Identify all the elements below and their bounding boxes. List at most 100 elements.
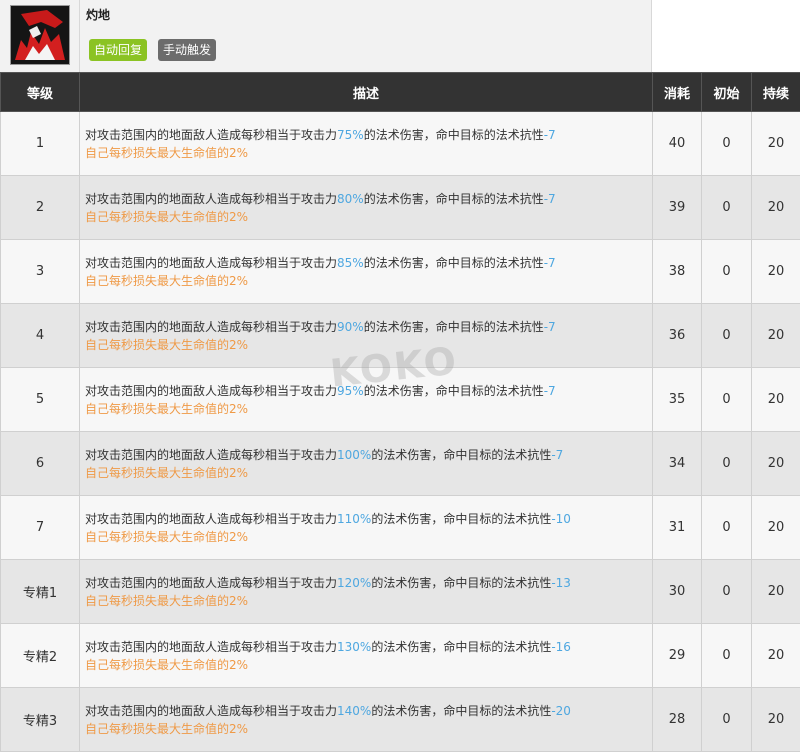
res-value: -7: [544, 192, 556, 206]
self-damage-text: 自己每秒损失最大生命值的2%: [85, 274, 248, 288]
cell-initial: 0: [702, 432, 752, 496]
table-row: 专精2对攻击范围内的地面敌人造成每秒相当于攻击力130%的法术伤害，命中目标的法…: [1, 624, 800, 688]
cell-description: 对攻击范围内的地面敌人造成每秒相当于攻击力95%的法术伤害，命中目标的法术抗性-…: [80, 368, 653, 432]
atk-percent: 110%: [337, 512, 371, 526]
table-row: 专精1对攻击范围内的地面敌人造成每秒相当于攻击力120%的法术伤害，命中目标的法…: [1, 560, 800, 624]
cell-level: 专精2: [1, 624, 80, 688]
cell-duration: 20: [752, 688, 800, 752]
tag-auto-recovery: 自动回复: [89, 39, 147, 61]
skill-title-cell: 灼地 自动回复 手动触发: [80, 0, 652, 72]
fire-skill-icon: [10, 5, 70, 65]
cell-level: 专精3: [1, 688, 80, 752]
desc-text-a: 对攻击范围内的地面敌人造成每秒相当于攻击力: [85, 384, 337, 398]
cell-level: 6: [1, 432, 80, 496]
cell-level: 3: [1, 240, 80, 304]
cell-description: 对攻击范围内的地面敌人造成每秒相当于攻击力75%的法术伤害，命中目标的法术抗性-…: [80, 112, 653, 176]
desc-text-a: 对攻击范围内的地面敌人造成每秒相当于攻击力: [85, 704, 337, 718]
self-damage-text: 自己每秒损失最大生命值的2%: [85, 466, 248, 480]
cell-duration: 20: [752, 496, 800, 560]
cell-duration: 20: [752, 176, 800, 240]
cell-description: 对攻击范围内的地面敌人造成每秒相当于攻击力85%的法术伤害，命中目标的法术抗性-…: [80, 240, 653, 304]
cell-duration: 20: [752, 112, 800, 176]
desc-text-a: 对攻击范围内的地面敌人造成每秒相当于攻击力: [85, 512, 337, 526]
atk-percent: 90%: [337, 320, 364, 334]
cell-level: 1: [1, 112, 80, 176]
header-description: 描述: [80, 73, 653, 112]
skill-icon-cell: [0, 0, 80, 72]
cell-duration: 20: [752, 240, 800, 304]
table-row: 5对攻击范围内的地面敌人造成每秒相当于攻击力95%的法术伤害，命中目标的法术抗性…: [1, 368, 800, 432]
cell-cost: 40: [653, 112, 702, 176]
self-damage-text: 自己每秒损失最大生命值的2%: [85, 210, 248, 224]
self-damage-text: 自己每秒损失最大生命值的2%: [85, 402, 248, 416]
skill-header: 灼地 自动回复 手动触发: [0, 0, 800, 72]
cell-cost: 36: [653, 304, 702, 368]
desc-text-b: 的法术伤害，命中目标的法术抗性: [364, 384, 544, 398]
cell-description: 对攻击范围内的地面敌人造成每秒相当于攻击力110%的法术伤害，命中目标的法术抗性…: [80, 496, 653, 560]
cell-level: 7: [1, 496, 80, 560]
atk-percent: 85%: [337, 256, 364, 270]
res-value: -7: [544, 256, 556, 270]
cell-initial: 0: [702, 240, 752, 304]
atk-percent: 95%: [337, 384, 364, 398]
self-damage-text: 自己每秒损失最大生命值的2%: [85, 658, 248, 672]
desc-text-b: 的法术伤害，命中目标的法术抗性: [371, 576, 551, 590]
desc-text-a: 对攻击范围内的地面敌人造成每秒相当于攻击力: [85, 128, 337, 142]
cell-cost: 38: [653, 240, 702, 304]
header-initial: 初始: [702, 73, 752, 112]
res-value: -7: [551, 448, 563, 462]
cell-duration: 20: [752, 368, 800, 432]
cell-duration: 20: [752, 432, 800, 496]
atk-percent: 75%: [337, 128, 364, 142]
desc-text-a: 对攻击范围内的地面敌人造成每秒相当于攻击力: [85, 320, 337, 334]
desc-text-b: 的法术伤害，命中目标的法术抗性: [364, 256, 544, 270]
res-value: -7: [544, 320, 556, 334]
cell-description: 对攻击范围内的地面敌人造成每秒相当于攻击力90%的法术伤害，命中目标的法术抗性-…: [80, 304, 653, 368]
atk-percent: 140%: [337, 704, 371, 718]
cell-level: 5: [1, 368, 80, 432]
cell-initial: 0: [702, 368, 752, 432]
cell-initial: 0: [702, 624, 752, 688]
res-value: -16: [551, 640, 571, 654]
cell-description: 对攻击范围内的地面敌人造成每秒相当于攻击力120%的法术伤害，命中目标的法术抗性…: [80, 560, 653, 624]
desc-text-b: 的法术伤害，命中目标的法术抗性: [371, 640, 551, 654]
cell-description: 对攻击范围内的地面敌人造成每秒相当于攻击力140%的法术伤害，命中目标的法术抗性…: [80, 688, 653, 752]
res-value: -13: [551, 576, 571, 590]
table-row: 7对攻击范围内的地面敌人造成每秒相当于攻击力110%的法术伤害，命中目标的法术抗…: [1, 496, 800, 560]
desc-text-a: 对攻击范围内的地面敌人造成每秒相当于攻击力: [85, 576, 337, 590]
desc-text-a: 对攻击范围内的地面敌人造成每秒相当于攻击力: [85, 448, 337, 462]
cell-cost: 29: [653, 624, 702, 688]
cell-initial: 0: [702, 560, 752, 624]
desc-text-b: 的法术伤害，命中目标的法术抗性: [364, 192, 544, 206]
self-damage-text: 自己每秒损失最大生命值的2%: [85, 594, 248, 608]
cell-description: 对攻击范围内的地面敌人造成每秒相当于攻击力80%的法术伤害，命中目标的法术抗性-…: [80, 176, 653, 240]
cell-cost: 34: [653, 432, 702, 496]
table-row: 3对攻击范围内的地面敌人造成每秒相当于攻击力85%的法术伤害，命中目标的法术抗性…: [1, 240, 800, 304]
skill-name: 灼地: [86, 6, 110, 23]
header-duration: 持续: [752, 73, 800, 112]
cell-cost: 30: [653, 560, 702, 624]
self-damage-text: 自己每秒损失最大生命值的2%: [85, 530, 248, 544]
desc-text-a: 对攻击范围内的地面敌人造成每秒相当于攻击力: [85, 192, 337, 206]
desc-text-b: 的法术伤害，命中目标的法术抗性: [364, 320, 544, 334]
cell-level: 专精1: [1, 560, 80, 624]
cell-level: 4: [1, 304, 80, 368]
tag-manual-trigger: 手动触发: [158, 39, 216, 61]
table-row: 6对攻击范围内的地面敌人造成每秒相当于攻击力100%的法术伤害，命中目标的法术抗…: [1, 432, 800, 496]
cell-description: 对攻击范围内的地面敌人造成每秒相当于攻击力100%的法术伤害，命中目标的法术抗性…: [80, 432, 653, 496]
cell-initial: 0: [702, 688, 752, 752]
table-row: 1对攻击范围内的地面敌人造成每秒相当于攻击力75%的法术伤害，命中目标的法术抗性…: [1, 112, 800, 176]
desc-text-a: 对攻击范围内的地面敌人造成每秒相当于攻击力: [85, 256, 337, 270]
cell-cost: 31: [653, 496, 702, 560]
cell-initial: 0: [702, 176, 752, 240]
res-value: -10: [551, 512, 571, 526]
res-value: -7: [544, 384, 556, 398]
table-row: 2对攻击范围内的地面敌人造成每秒相当于攻击力80%的法术伤害，命中目标的法术抗性…: [1, 176, 800, 240]
atk-percent: 130%: [337, 640, 371, 654]
cell-duration: 20: [752, 560, 800, 624]
desc-text-b: 的法术伤害，命中目标的法术抗性: [371, 448, 551, 462]
cell-cost: 28: [653, 688, 702, 752]
atk-percent: 120%: [337, 576, 371, 590]
desc-text-b: 的法术伤害，命中目标的法术抗性: [371, 512, 551, 526]
cell-duration: 20: [752, 624, 800, 688]
